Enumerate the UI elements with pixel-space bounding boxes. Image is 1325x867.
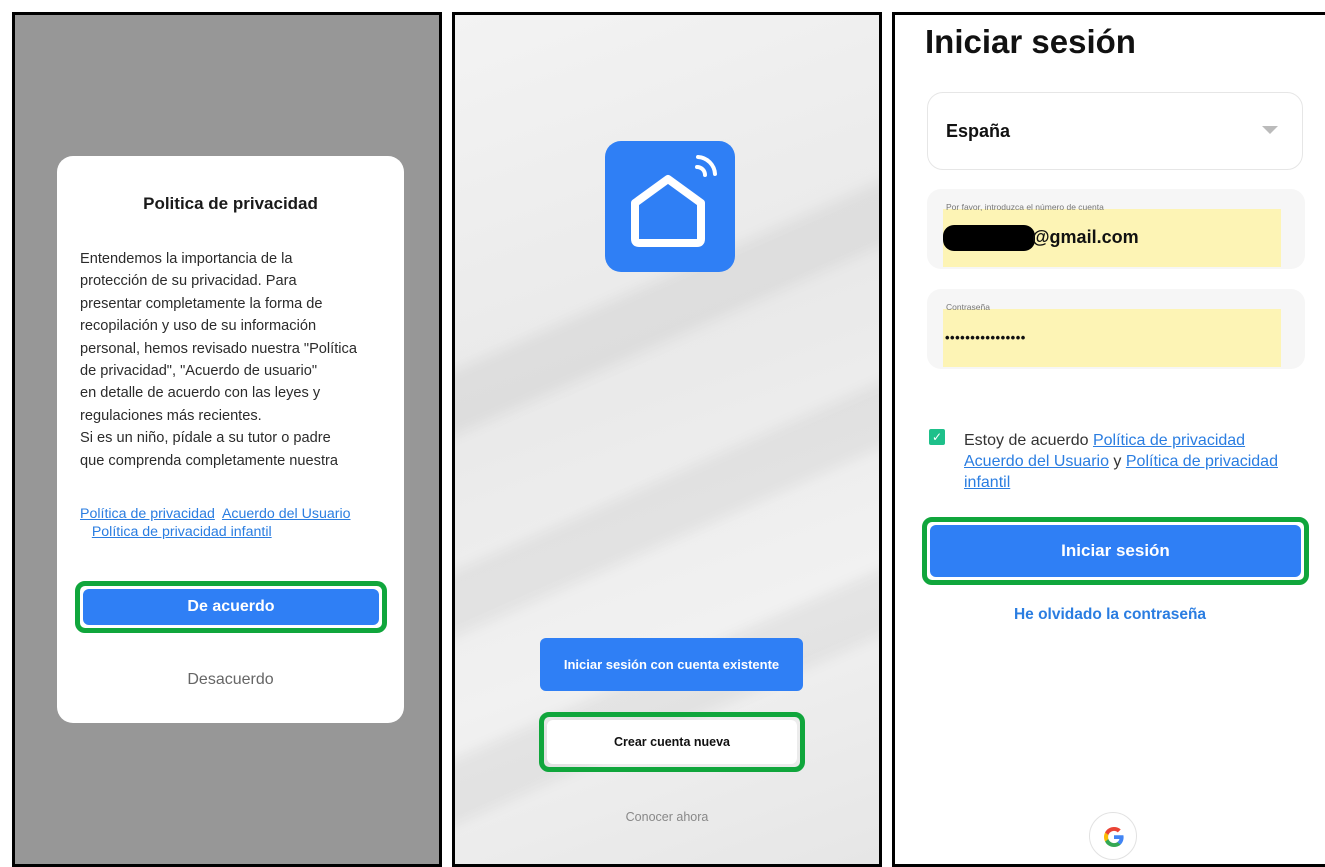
google-login-button[interactable]	[1089, 812, 1137, 860]
login-existing-account-button[interactable]: Iniciar sesión con cuenta existente	[540, 638, 803, 691]
country-value: España	[946, 121, 1011, 141]
password-field-label: Contraseña	[946, 302, 990, 312]
password-field[interactable]: Contraseña ••••••••••••••••	[927, 289, 1305, 369]
login-button[interactable]: Iniciar sesión	[930, 525, 1301, 577]
privacy-policy-link[interactable]: Política de privacidad	[1093, 432, 1245, 449]
agree-conjunction: y	[1113, 453, 1122, 470]
login-panel: Iniciar sesión España Por favor, introdu…	[892, 12, 1325, 867]
agree-prefix: Estoy de acuerdo	[964, 432, 1089, 449]
google-icon	[1104, 827, 1124, 847]
country-select[interactable]: España	[927, 92, 1303, 170]
privacy-dialog: Politica de privacidad Entendemos la imp…	[57, 156, 404, 723]
agree-button[interactable]: De acuerdo	[83, 589, 379, 625]
forgot-password-link[interactable]: He olvidado la contraseña	[895, 606, 1325, 624]
dialog-links: Política de privacidad Acuerdo del Usuar…	[80, 505, 390, 541]
dialog-body: Entendemos la importancia de la protecci…	[80, 251, 357, 469]
dialog-title: Politica de privacidad	[143, 194, 318, 213]
chevron-down-icon	[1262, 126, 1278, 134]
password-field-value: ••••••••••••••••	[945, 330, 1026, 345]
login-highlight: Iniciar sesión	[922, 517, 1309, 585]
privacy-policy-link[interactable]: Política de privacidad	[80, 506, 215, 522]
account-field[interactable]: Por favor, introduzca el número de cuent…	[927, 189, 1305, 269]
child-privacy-link[interactable]: Política de privacidad infantil	[92, 524, 272, 540]
user-agreement-link[interactable]: Acuerdo del Usuario	[964, 453, 1109, 470]
smart-home-logo-icon	[605, 141, 735, 272]
agree-highlight: De acuerdo	[75, 581, 387, 633]
agree-checkbox[interactable]: ✓	[929, 429, 945, 445]
user-agreement-link[interactable]: Acuerdo del Usuario	[222, 506, 351, 522]
create-account-highlight: Crear cuenta nueva	[539, 712, 805, 772]
agree-text: Estoy de acuerdo Política de privacidad …	[964, 430, 1309, 493]
account-field-value: @gmail.com	[1032, 227, 1139, 247]
disagree-button[interactable]: Desacuerdo	[57, 671, 404, 689]
privacy-panel: Politica de privacidad Entendemos la imp…	[12, 12, 442, 867]
page-title: Iniciar sesión	[925, 23, 1136, 60]
redaction-mark	[943, 225, 1035, 251]
welcome-panel: Iniciar sesión con cuenta existente Crea…	[452, 12, 882, 867]
create-account-button[interactable]: Crear cuenta nueva	[547, 720, 797, 764]
account-field-label: Por favor, introduzca el número de cuent…	[946, 202, 1104, 212]
learn-more-link[interactable]: Conocer ahora	[455, 810, 879, 824]
